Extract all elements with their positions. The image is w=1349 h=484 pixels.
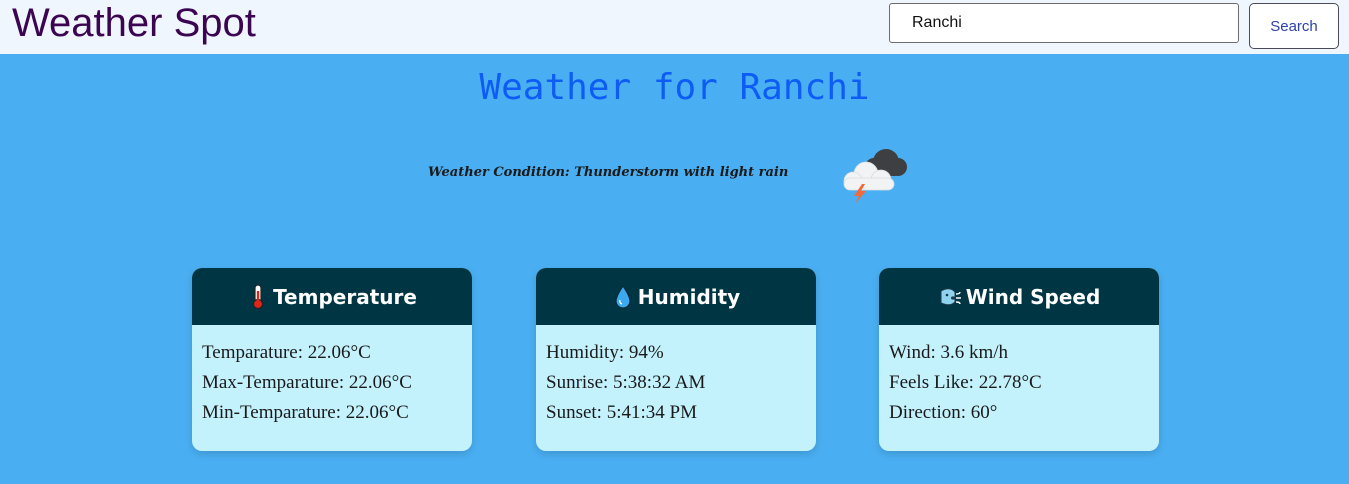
card-header: Temperature [192, 268, 472, 325]
card-title: Humidity [637, 284, 741, 309]
card-header: Wind Speed [879, 268, 1159, 325]
temperature-line: Temparature: 22.06°C [202, 342, 371, 363]
wind-face-icon [940, 287, 961, 305]
search-input[interactable] [889, 3, 1239, 43]
thunderstorm-cloud-icon [843, 149, 907, 204]
direction-line: Direction: 60° [889, 402, 998, 423]
thermometer-icon [252, 283, 264, 309]
humidity-card: Humidity Humidity: 94% Sunrise: 5:38:32 … [536, 268, 816, 451]
card-body: Humidity: 94% Sunrise: 5:38:32 AM Sunset… [536, 325, 816, 428]
sunset-line: Sunset: 5:41:34 PM [546, 402, 697, 423]
card-title: Temperature [273, 284, 417, 309]
weather-condition-text: Weather Condition: Thunderstorm with lig… [428, 165, 789, 180]
wind-line: Wind: 3.6 km/h [889, 342, 1009, 363]
card-body: Wind: 3.6 km/h Feels Like: 22.78°C Direc… [879, 325, 1159, 428]
sunrise-line: Sunrise: 5:38:32 AM [546, 372, 706, 393]
card-title: Wind Speed [965, 284, 1101, 309]
feels-like-line: Feels Like: 22.78°C [889, 372, 1042, 393]
navbar: Weather Spot Search [0, 0, 1349, 54]
humidity-line: Humidity: 94% [546, 342, 664, 363]
min-temperature-line: Min-Temparature: 22.06°C [202, 402, 409, 423]
card-header: Humidity [536, 268, 816, 325]
search-button[interactable]: Search [1249, 3, 1339, 49]
max-temperature-line: Max-Temparature: 22.06°C [202, 372, 412, 393]
wind-speed-card: Wind Speed Wind: 3.6 km/h Feels Like: 22… [879, 268, 1159, 451]
droplet-icon [615, 284, 631, 309]
brand-title[interactable]: Weather Spot [12, 1, 256, 45]
temperature-card: Temperature Temparature: 22.06°C Max-Tem… [192, 268, 472, 451]
card-body: Temparature: 22.06°C Max-Temparature: 22… [192, 325, 472, 428]
page-title: Weather for Ranchi [479, 67, 870, 108]
